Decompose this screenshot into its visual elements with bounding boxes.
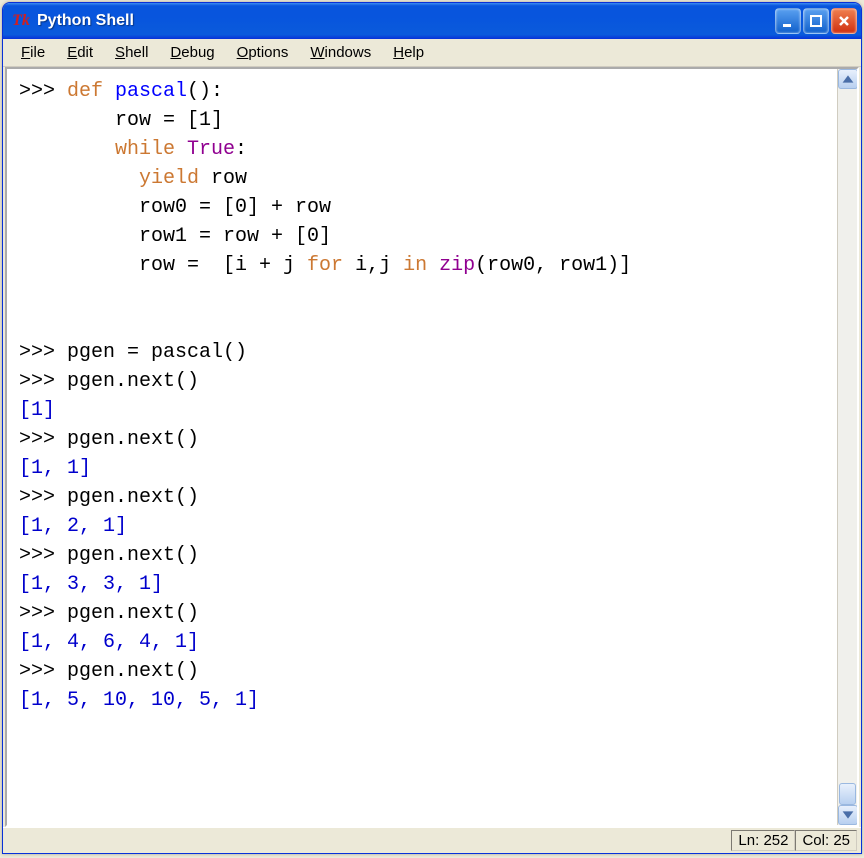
- menu-item-file[interactable]: File: [11, 42, 55, 63]
- menu-item-edit[interactable]: Edit: [57, 42, 103, 63]
- minimize-button[interactable]: [775, 8, 801, 34]
- prompt: >>>: [19, 341, 67, 364]
- code-token: yield: [139, 167, 211, 190]
- maximize-button[interactable]: [803, 8, 829, 34]
- scroll-track[interactable]: [838, 89, 857, 805]
- chevron-up-icon: [839, 70, 857, 88]
- prompt: >>>: [19, 80, 67, 103]
- close-icon: [837, 14, 851, 28]
- window: Tk Python Shell FileEditShellDebugOption…: [2, 2, 862, 854]
- prompt: >>>: [19, 486, 67, 509]
- menubar: FileEditShellDebugOptionsWindowsHelp: [3, 39, 861, 67]
- scroll-down-button[interactable]: [838, 805, 858, 825]
- statusbar: Ln: 252 Col: 25: [3, 827, 861, 853]
- prompt: >>>: [19, 660, 67, 683]
- code-token: zip: [439, 254, 475, 277]
- shell-output: [1, 2, 1]: [19, 515, 127, 538]
- status-col: Col: 25: [795, 830, 857, 851]
- maximize-icon: [809, 14, 823, 28]
- code-token: True: [187, 138, 235, 161]
- shell-output: [1, 5, 10, 10, 5, 1]: [19, 689, 259, 712]
- vertical-scrollbar[interactable]: [837, 69, 857, 825]
- close-button[interactable]: [831, 8, 857, 34]
- window-title: Python Shell: [37, 12, 775, 30]
- content-area: >>> def pascal(): row = [1] while True: …: [5, 67, 859, 827]
- shell-output: [1, 1]: [19, 457, 91, 480]
- app-icon: Tk: [11, 11, 31, 31]
- prompt: >>>: [19, 428, 67, 451]
- code-token: while: [115, 138, 187, 161]
- prompt: >>>: [19, 544, 67, 567]
- menu-item-help[interactable]: Help: [383, 42, 434, 63]
- shell-output: [1]: [19, 399, 55, 422]
- code-token: for: [307, 254, 355, 277]
- code-token: pascal: [115, 80, 187, 103]
- chevron-down-icon: [839, 806, 857, 824]
- code-token: def: [67, 80, 115, 103]
- menu-item-shell[interactable]: Shell: [105, 42, 158, 63]
- window-buttons: [775, 8, 857, 34]
- titlebar[interactable]: Tk Python Shell: [3, 3, 861, 39]
- shell-output: [1, 3, 3, 1]: [19, 573, 163, 596]
- scroll-thumb[interactable]: [839, 783, 856, 805]
- shell-text[interactable]: >>> def pascal(): row = [1] while True: …: [7, 69, 837, 825]
- prompt: >>>: [19, 602, 67, 625]
- menu-item-debug[interactable]: Debug: [160, 42, 224, 63]
- menu-item-options[interactable]: Options: [227, 42, 299, 63]
- shell-output: [1, 4, 6, 4, 1]: [19, 631, 199, 654]
- prompt: >>>: [19, 370, 67, 393]
- code-token: in: [403, 254, 439, 277]
- status-line: Ln: 252: [731, 830, 795, 851]
- minimize-icon: [781, 14, 795, 28]
- scroll-up-button[interactable]: [838, 69, 858, 89]
- menu-item-windows[interactable]: Windows: [300, 42, 381, 63]
